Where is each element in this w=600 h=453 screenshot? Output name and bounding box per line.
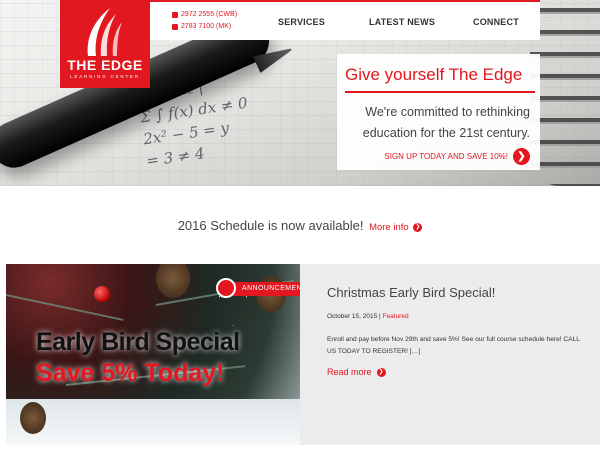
announcement-pin-icon (216, 278, 236, 298)
notebook-spiral-illustration (530, 0, 600, 186)
nav-connect[interactable]: CONNECT (473, 17, 519, 27)
signup-cta-link[interactable]: SIGN UP TODAY AND SAVE 10%! ❯ (384, 148, 530, 165)
more-info-label: More info (369, 222, 409, 233)
post-category-link[interactable]: Featured (383, 313, 409, 320)
arrow-right-circle-icon: ❯ (513, 148, 530, 165)
phone-cwb-number: 2972 2555 (CWB) (181, 11, 238, 18)
logo-tagline: LEARNING CENTER (70, 74, 140, 79)
post-meta: October 15, 2015 | Featured (327, 313, 409, 320)
sail-logo-icon (87, 8, 122, 56)
hero-body-text: We're committed to rethinking education … (362, 105, 530, 140)
post-title-link[interactable]: Christmas Early Bird Special! (327, 285, 495, 300)
image-headline-line-2: Save 5% Today! (36, 359, 225, 387)
schedule-more-info-link[interactable]: More info ❯ (369, 222, 423, 233)
post-thumbnail-image[interactable]: ANNOUNCEMENT Early Bird Special Save 5% … (6, 264, 300, 445)
phone-icon (172, 23, 178, 30)
schedule-text: 2016 Schedule is now available! (177, 218, 364, 233)
read-more-link[interactable]: Read more ❯ (327, 367, 386, 377)
arrow-right-circle-icon: ❯ (413, 222, 423, 232)
hero-headline: Give yourself The Edge (345, 65, 523, 84)
read-more-label: Read more (327, 367, 372, 377)
phone-mk-number: 2783 7100 (MK) (181, 23, 232, 30)
pinecone (156, 264, 190, 298)
arrow-right-circle-icon: ❯ (376, 367, 386, 377)
hero-promo-box: Give yourself The Edge We're committed t… (337, 54, 540, 170)
schedule-notice: 2016 Schedule is now available! More inf… (0, 218, 600, 233)
nav-latest-news[interactable]: LATEST NEWS (369, 17, 435, 27)
phone-icon (172, 11, 178, 18)
ornament (94, 286, 110, 302)
announcement-badge: ANNOUNCEMENT (226, 282, 300, 296)
phone-cwb[interactable]: 2972 2555 (CWB) (172, 11, 237, 18)
phone-mk[interactable]: 2783 7100 (MK) (172, 23, 231, 30)
image-headline-line-1: Early Bird Special (36, 328, 240, 356)
top-navigation-bar: 2972 2555 (CWB) 2783 7100 (MK) SERVICES … (150, 0, 540, 40)
post-image-banner: Early Bird Special Save 5% Today! (36, 328, 286, 388)
site-logo[interactable]: THE EDGE LEARNING CENTER (60, 0, 150, 88)
announcement-pointer (219, 296, 247, 326)
logo-brand-name: THE EDGE (67, 57, 143, 73)
hero-divider (345, 91, 535, 93)
hero-banner: x = 3 + √(2y) | a₁₁ a₁₂ | Σ ∫ f(x) dx ≠ … (0, 0, 600, 186)
featured-post-card: ANNOUNCEMENT Early Bird Special Save 5% … (6, 264, 600, 445)
post-date: October 15, 2015 (327, 313, 378, 320)
post-excerpt: Enroll and pay before Nov 29th and save … (327, 336, 580, 355)
snow-ground (6, 399, 300, 445)
signup-cta-label: SIGN UP TODAY AND SAVE 10%! (384, 152, 508, 161)
nav-services[interactable]: SERVICES (278, 17, 325, 27)
pinecone (20, 402, 46, 434)
meta-separator: | (379, 313, 381, 320)
